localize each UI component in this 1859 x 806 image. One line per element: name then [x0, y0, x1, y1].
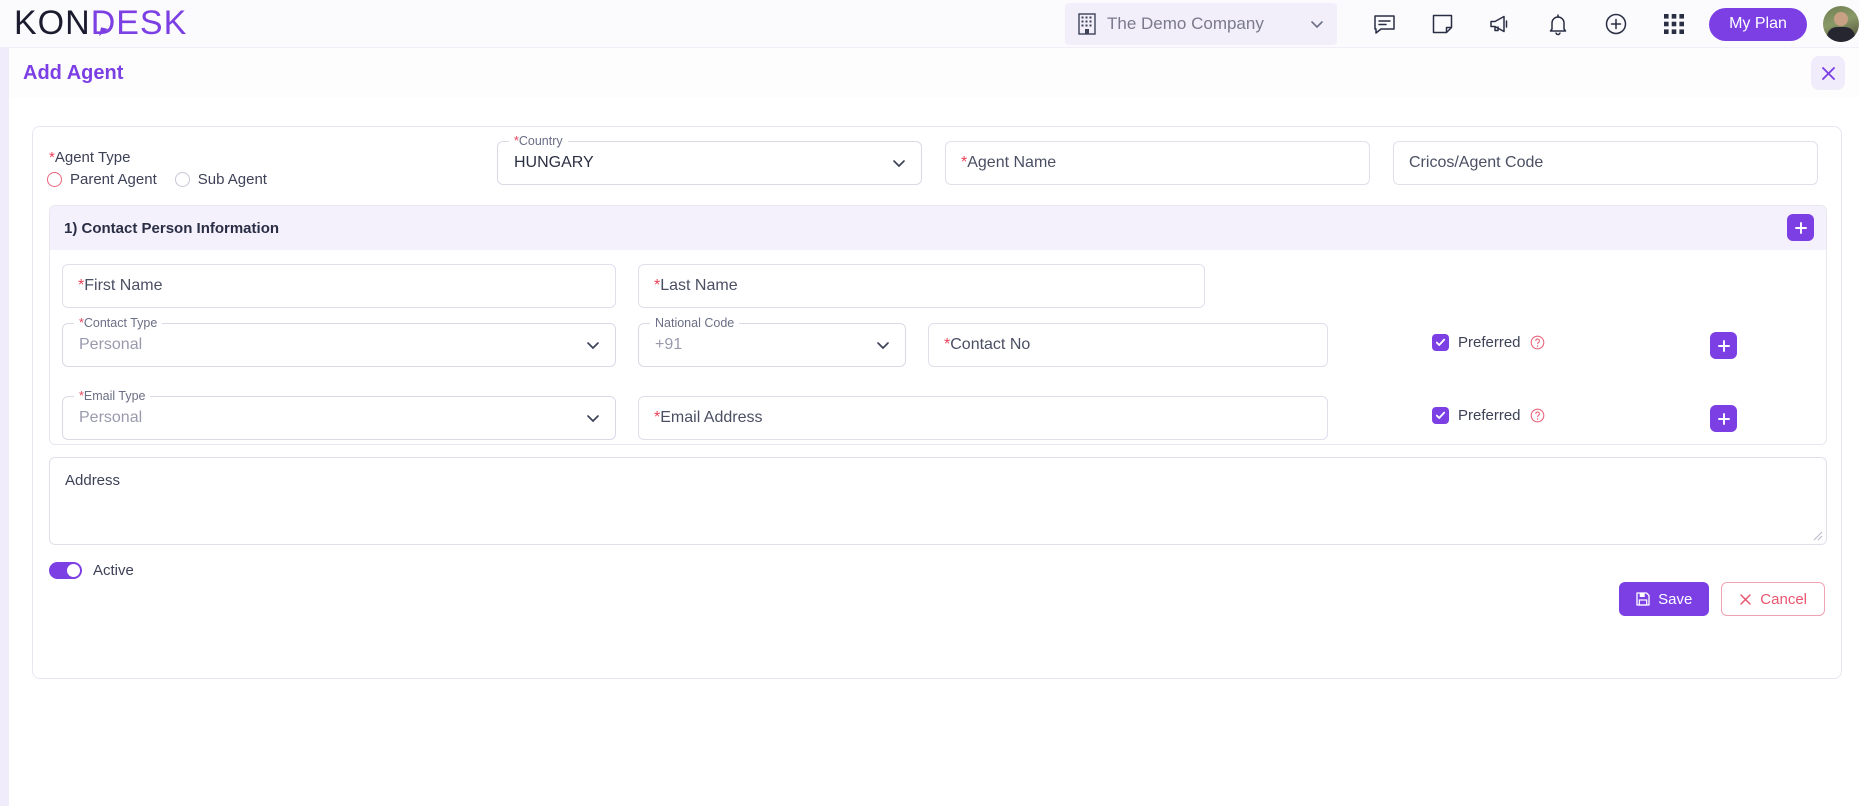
first-name-placeholder: *First Name [78, 277, 163, 294]
chevron-down-icon [893, 160, 905, 168]
country-select[interactable]: *Country HUNGARY [497, 134, 922, 185]
plus-icon [1794, 221, 1807, 234]
national-code-label: National Code [650, 316, 740, 330]
help-circle-icon[interactable] [1530, 408, 1545, 423]
active-toggle-group: Active [49, 562, 134, 579]
add-email-button[interactable] [1710, 405, 1737, 432]
help-circle-icon[interactable] [1530, 335, 1545, 350]
company-name: The Demo Company [1107, 14, 1264, 33]
active-toggle[interactable] [49, 562, 82, 579]
contact-preferred-checkbox[interactable] [1432, 334, 1449, 351]
first-name-input[interactable]: *First Name [62, 264, 616, 308]
contact-type-value: Personal [79, 336, 143, 353]
email-type-label: *Email Type [74, 389, 151, 403]
my-plan-button[interactable]: My Plan [1709, 7, 1807, 41]
radio-sub-agent-label: Sub Agent [197, 171, 267, 188]
radio-parent-agent-label: Parent Agent [70, 171, 157, 188]
top-bar: KON DESK The Demo Company My Plan [0, 0, 1859, 48]
country-label: *Country [509, 134, 568, 148]
email-preferred-label: Preferred [1458, 407, 1521, 424]
cancel-button-label: Cancel [1760, 590, 1807, 608]
contact-type-select[interactable]: *Contact Type Personal [62, 316, 616, 367]
plus-icon [1717, 339, 1730, 352]
contact-preferred-label: Preferred [1458, 334, 1521, 351]
form-row-primary: *Agent Type Parent Agent Sub Agent *Coun… [33, 127, 1843, 199]
cancel-button[interactable]: Cancel [1721, 582, 1825, 616]
plus-icon [1717, 412, 1730, 425]
top-icon-bar: My Plan [1355, 0, 1859, 48]
address-placeholder: Address [65, 472, 121, 489]
megaphone-icon[interactable] [1471, 0, 1529, 48]
add-agent-form-card: *Agent Type Parent Agent Sub Agent *Coun… [32, 126, 1842, 679]
logo-text-kon: KON [14, 4, 91, 42]
chat-icon[interactable] [1355, 0, 1413, 48]
check-icon [1435, 411, 1446, 419]
add-contact-number-button[interactable] [1710, 332, 1737, 359]
radio-circle-icon [47, 172, 62, 187]
email-address-input[interactable]: *Email Address [638, 396, 1328, 440]
save-disk-icon [1636, 592, 1650, 606]
save-button-label: Save [1658, 590, 1693, 608]
email-preferred-group: Preferred [1432, 407, 1545, 424]
email-type-select[interactable]: *Email Type Personal [62, 389, 616, 440]
save-button[interactable]: Save [1619, 582, 1710, 616]
section-title: 1) Contact Person Information [64, 219, 280, 237]
last-name-input[interactable]: *Last Name [638, 264, 1205, 308]
national-code-select[interactable]: National Code +91 [638, 316, 906, 367]
page-header: Add Agent [9, 48, 1859, 98]
close-x-icon [1740, 593, 1752, 605]
agent-name-input[interactable]: *Agent Name [945, 141, 1370, 185]
left-rail [0, 48, 9, 806]
apps-grid-icon[interactable] [1645, 0, 1703, 48]
close-icon [1821, 66, 1835, 80]
chevron-down-icon [587, 415, 599, 423]
contact-preferred-group: Preferred [1432, 334, 1545, 351]
resize-handle[interactable] [1813, 531, 1823, 541]
page-title: Add Agent [23, 61, 124, 84]
rail-accent [0, 48, 9, 806]
check-icon [1435, 338, 1446, 346]
email-address-placeholder: *Email Address [654, 409, 763, 426]
app-logo[interactable]: KON DESK [14, 4, 187, 43]
cricos-code-input[interactable]: Cricos/Agent Code [1393, 141, 1818, 185]
contact-no-input[interactable]: *Contact No [928, 323, 1328, 367]
contact-person-section: 1) Contact Person Information *First Nam… [49, 205, 1827, 445]
contact-type-label: *Contact Type [74, 316, 163, 330]
chevron-down-icon [877, 342, 889, 350]
email-type-value: Personal [79, 409, 143, 426]
building-icon [1078, 13, 1096, 35]
last-name-placeholder: *Last Name [654, 277, 738, 294]
cricos-code-placeholder: Cricos/Agent Code [1409, 154, 1544, 171]
chevron-down-icon [1311, 21, 1323, 29]
plus-circle-icon[interactable] [1587, 0, 1645, 48]
active-toggle-label: Active [93, 562, 134, 579]
agent-name-placeholder: *Agent Name [961, 154, 1057, 171]
radio-sub-agent[interactable]: Sub Agent [174, 171, 267, 188]
company-selector[interactable]: The Demo Company [1065, 3, 1337, 45]
contact-no-placeholder: *Contact No [944, 336, 1031, 353]
chevron-down-icon [587, 342, 599, 350]
avatar[interactable] [1823, 6, 1859, 42]
email-preferred-checkbox[interactable] [1432, 407, 1449, 424]
radio-circle-icon [174, 172, 190, 187]
country-value: HUNGARY [514, 154, 594, 171]
agent-type-radio-group: Parent Agent Sub Agent [47, 171, 267, 188]
section-header: 1) Contact Person Information [50, 206, 1826, 250]
radio-parent-agent[interactable]: Parent Agent [47, 171, 157, 188]
agent-type-label: *Agent Type [49, 149, 131, 166]
close-button[interactable] [1811, 56, 1845, 90]
add-contact-person-button[interactable] [1787, 214, 1814, 241]
bell-icon[interactable] [1529, 0, 1587, 48]
note-icon[interactable] [1413, 0, 1471, 48]
form-actions: Save Cancel [1619, 582, 1825, 616]
national-code-value: +91 [655, 336, 683, 353]
address-textarea[interactable]: Address [49, 457, 1827, 545]
